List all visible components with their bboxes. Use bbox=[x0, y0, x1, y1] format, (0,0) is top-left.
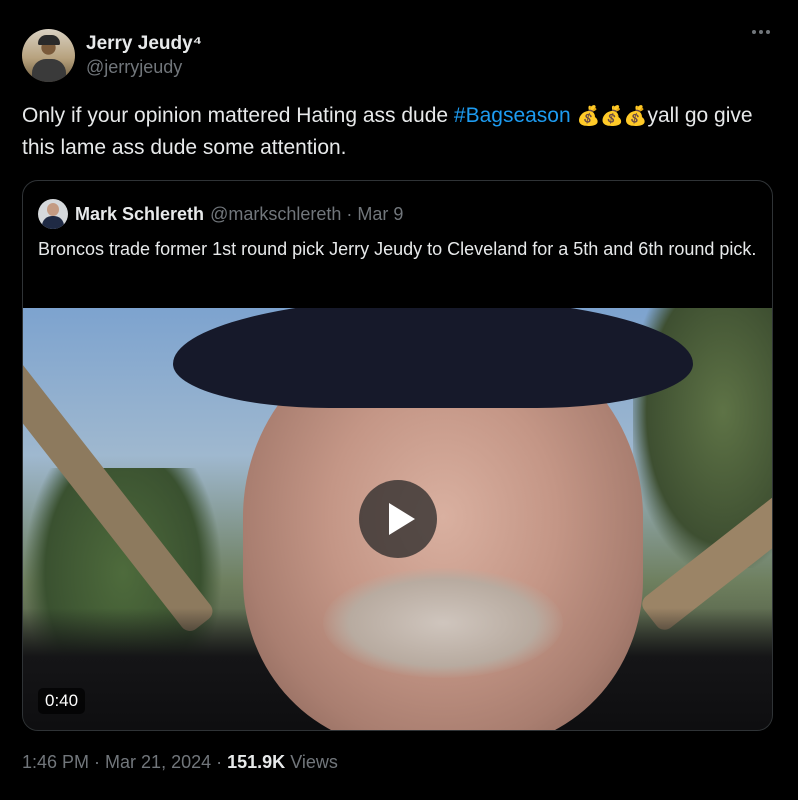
play-button[interactable] bbox=[359, 480, 437, 558]
more-dot bbox=[759, 30, 763, 34]
quoted-avatar-head bbox=[47, 203, 59, 216]
tweet-text-before: Only if your opinion mattered Hating ass… bbox=[22, 104, 454, 127]
video-player[interactable]: 0:40 bbox=[23, 308, 772, 730]
views-count[interactable]: 151.9K bbox=[227, 752, 285, 772]
tweet-date[interactable]: Mar 21, 2024 bbox=[105, 752, 211, 772]
more-dot bbox=[766, 30, 770, 34]
quoted-tweet-header: Mark Schlereth @markschlereth · Mar 9 bbox=[38, 199, 403, 229]
hashtag-link[interactable]: #Bagseason bbox=[454, 104, 571, 127]
author-display-name[interactable]: Jerry Jeudy⁴ bbox=[86, 32, 202, 56]
tweet-text: Only if your opinion mattered Hating ass… bbox=[22, 100, 782, 163]
tweet-meta: 1:46 PM · Mar 21, 2024 · 151.9K Views bbox=[22, 752, 338, 773]
author-avatar[interactable] bbox=[22, 28, 75, 82]
quoted-separator: · bbox=[346, 203, 353, 224]
tweet-time[interactable]: 1:46 PM bbox=[22, 752, 89, 772]
quoted-author-avatar bbox=[38, 199, 68, 229]
views-label: Views bbox=[290, 752, 338, 772]
video-beard bbox=[323, 568, 563, 678]
avatar-body bbox=[32, 58, 66, 82]
avatar-cap bbox=[38, 34, 60, 45]
more-dot bbox=[752, 30, 756, 34]
video-duration: 0:40 bbox=[38, 688, 86, 714]
more-horizontal-icon[interactable] bbox=[752, 30, 770, 34]
author-names: Jerry Jeudy⁴ @jerryjeudy bbox=[86, 32, 202, 79]
meta-separator: · bbox=[94, 752, 101, 772]
quoted-author-name: Mark Schlereth bbox=[75, 203, 205, 224]
quoted-tweet[interactable]: Mark Schlereth @markschlereth · Mar 9 Br… bbox=[22, 180, 773, 731]
play-icon bbox=[389, 503, 415, 535]
money-bag-emoji: 💰💰💰 bbox=[576, 106, 648, 127]
author-handle[interactable]: @jerryjeudy bbox=[86, 56, 202, 79]
quoted-tweet-text: Broncos trade former 1st round pick Jerr… bbox=[38, 239, 757, 259]
quoted-date: Mar 9 bbox=[357, 203, 404, 224]
quoted-author-handle: @markschlereth bbox=[210, 203, 342, 224]
video-cap bbox=[173, 308, 693, 408]
meta-separator: · bbox=[216, 752, 223, 772]
tweet: Jerry Jeudy⁴ @jerryjeudy Only if your op… bbox=[0, 0, 798, 800]
tweet-header: Jerry Jeudy⁴ @jerryjeudy bbox=[22, 27, 202, 83]
quoted-avatar-suit bbox=[42, 216, 64, 229]
